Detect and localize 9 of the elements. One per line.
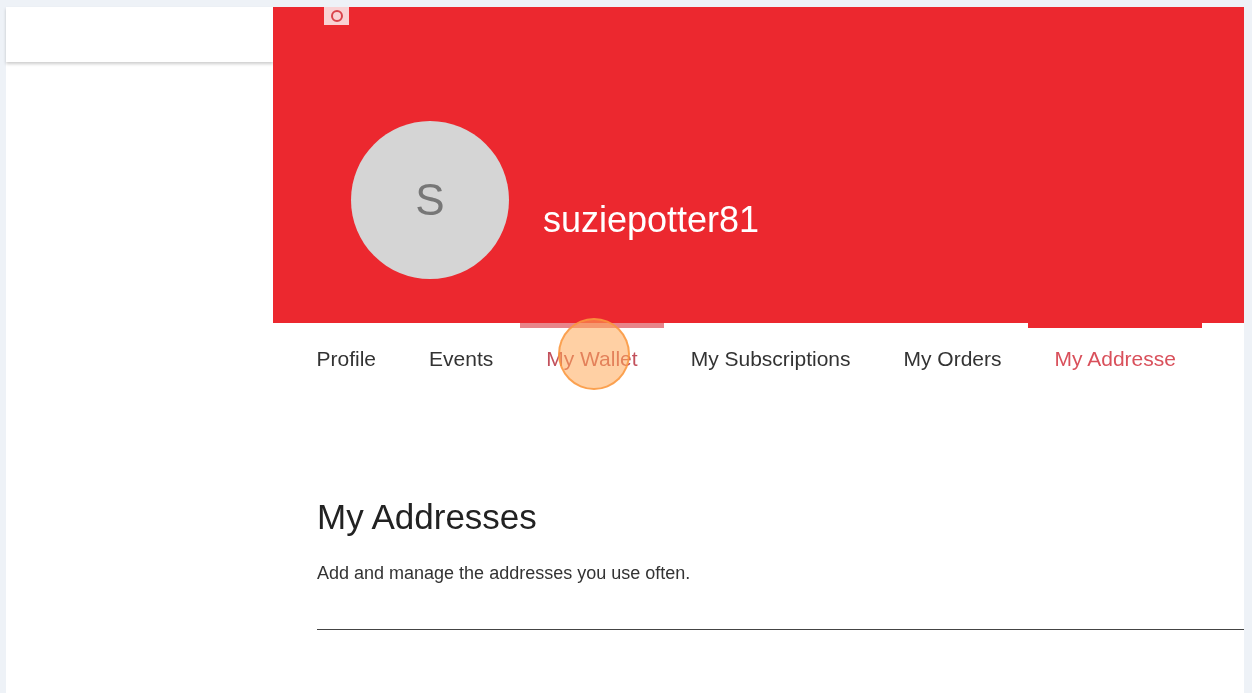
avatar: S <box>351 121 509 279</box>
section-description: Add and manage the addresses you use often. <box>317 563 692 584</box>
tab[interactable]: Events <box>402 323 520 389</box>
camera-icon[interactable] <box>324 7 349 25</box>
tab[interactable]: Profile <box>290 323 403 389</box>
tab[interactable]: My Subscriptions <box>664 323 878 389</box>
username: suziepotter81 <box>543 199 760 241</box>
tab[interactable]: My Orders <box>877 323 1029 389</box>
section-title: My Addresses <box>317 497 538 537</box>
